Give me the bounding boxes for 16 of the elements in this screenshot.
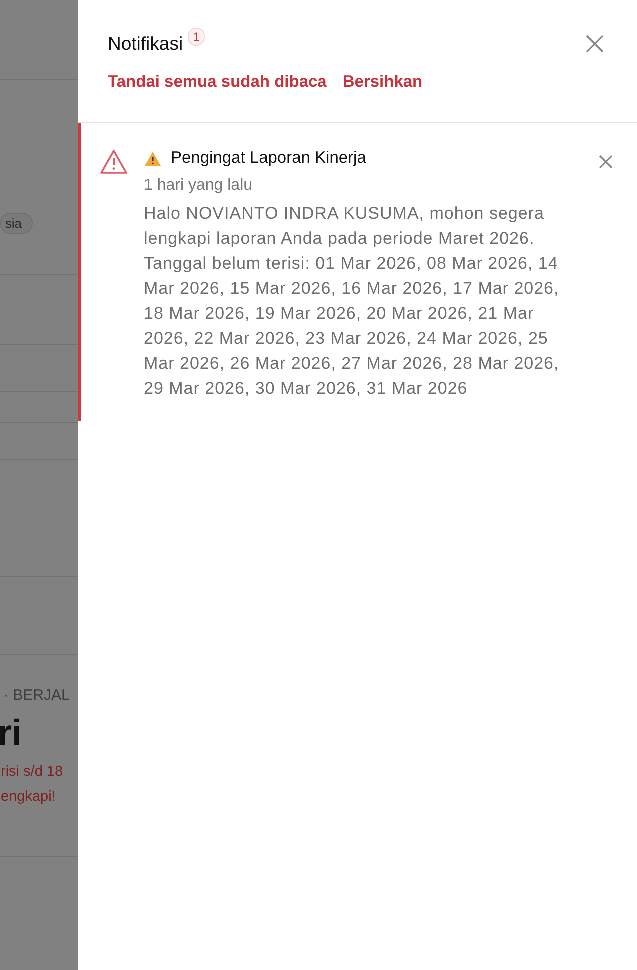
warning-icon (100, 149, 128, 175)
page-heading: ri (0, 712, 22, 754)
notification-message: Halo NOVIANTO INDRA KUSUMA, mohon segera lengkapi laporan Anda pada periode Maret 2026. Tanggal belum terisi: 01 Mar 2026, 08 Mar 2026, 14 Mar 2026, 15 Mar 2026, 16 Mar 2026, 17 Mar 2026, 18 Mar 2026, 19 Mar 2026, 20 Mar 2026, 21 Mar 2026, 22 Mar 2026, 23 Mar 2026, 24 Mar 2026, 25 Mar 2026, 26 Mar 2026, 27 Mar 2026, 28 Mar 2026, 29 Mar 2026, 30 Mar 2026, 31 Mar 2026 (144, 203, 560, 400)
page-tag: sia (0, 213, 33, 234)
unread-count: 1 (188, 28, 205, 46)
warning-icon (144, 150, 162, 166)
notification-title: Pengingat Laporan Kinerja (171, 149, 366, 168)
warning-text: risi s/d 18 (1, 763, 64, 782)
action-link[interactable]: Tandai semua sudah dibaca (108, 73, 327, 92)
notification-time: 1 hari yang lalu (144, 177, 254, 195)
warning-text: engkapi! (1, 788, 56, 807)
action-link[interactable]: Bersihkan (342, 73, 423, 92)
status-text: · BERJAL (4, 687, 70, 704)
close-icon[interactable] (585, 34, 605, 54)
panel-title: Notifikasi (108, 33, 184, 55)
close-icon[interactable] (599, 155, 613, 169)
